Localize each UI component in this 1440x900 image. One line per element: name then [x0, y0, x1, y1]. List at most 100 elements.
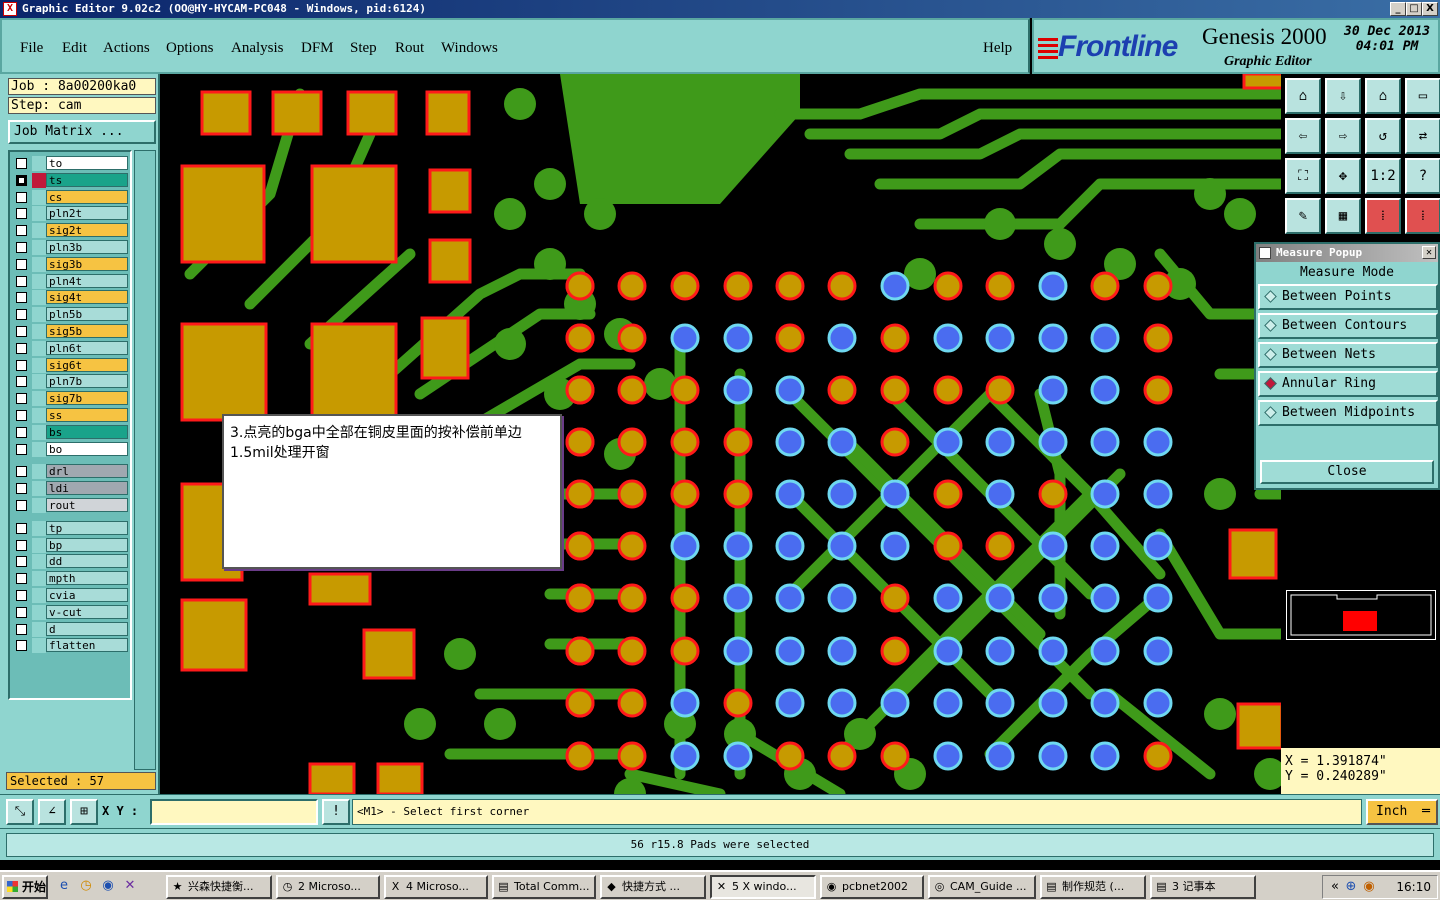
close-window-button[interactable]: X: [1422, 2, 1438, 16]
layer-swatch[interactable]: [32, 374, 46, 390]
layer-swatch[interactable]: [32, 273, 46, 289]
layer-checkbox[interactable]: [16, 174, 27, 186]
layer-name[interactable]: ts: [46, 172, 128, 187]
layer-name[interactable]: sig2t: [46, 223, 128, 238]
layer-swatch[interactable]: [32, 206, 46, 222]
layer-name[interactable]: pln3b: [46, 240, 128, 254]
layer-checkbox[interactable]: [16, 208, 27, 220]
layer-checkbox[interactable]: [16, 410, 27, 421]
layer-name[interactable]: sig3b: [46, 256, 128, 271]
layer-checkbox[interactable]: [16, 158, 27, 169]
layer-row-v-cut[interactable]: v-cut: [12, 604, 130, 620]
layer-row-ss[interactable]: ss: [12, 408, 130, 423]
layer-row-bo[interactable]: bo: [12, 441, 130, 457]
layer-row-drl[interactable]: drl: [12, 464, 130, 480]
layer-swatch[interactable]: [32, 554, 46, 570]
layer-swatch[interactable]: [32, 340, 46, 356]
units-selector[interactable]: Inch ═: [1366, 799, 1438, 825]
layer-swatch[interactable]: [32, 391, 46, 407]
layer-swatch[interactable]: [32, 498, 46, 513]
layer-row-sig4t[interactable]: sig4t: [12, 290, 130, 306]
window-split-icon[interactable]: ▭: [1405, 78, 1440, 114]
overview-map[interactable]: [1286, 590, 1436, 640]
rotate-icon[interactable]: ↺: [1365, 118, 1401, 154]
layer-row-bs[interactable]: bs: [12, 424, 130, 440]
browser-icon[interactable]: ◉: [100, 878, 116, 894]
layer-name[interactable]: pln2t: [46, 206, 128, 221]
layer-swatch[interactable]: [32, 464, 46, 480]
layer-checkbox[interactable]: [16, 640, 27, 652]
layer-checkbox[interactable]: [16, 606, 27, 618]
taskbar-task-button[interactable]: ◎ CAM_Guide ...: [928, 875, 1036, 899]
layer-row-rout[interactable]: rout: [12, 498, 130, 513]
menu-help[interactable]: Help: [983, 40, 1012, 57]
ie-icon[interactable]: e: [56, 878, 72, 894]
snap-icon[interactable]: ⁞: [1365, 198, 1401, 234]
taskbar-task-button[interactable]: ▤ 制作规范 (...: [1040, 875, 1146, 899]
menu-file[interactable]: File: [20, 40, 43, 57]
layer-name[interactable]: ldi: [46, 481, 128, 496]
layer-row-sig2t[interactable]: sig2t: [12, 223, 130, 239]
layer-row-sig3b[interactable]: sig3b: [12, 256, 130, 272]
taskbar-task-button[interactable]: ◉ pcbnet2002: [820, 875, 924, 899]
layer-row-sig7b[interactable]: sig7b: [12, 391, 130, 407]
xy-input[interactable]: [150, 799, 318, 825]
layer-row-pln4t[interactable]: pln4t: [12, 273, 130, 289]
layer-checkbox[interactable]: [16, 376, 27, 388]
xwindows-icon[interactable]: ✕: [122, 878, 138, 894]
exclamation-button[interactable]: !: [322, 799, 350, 825]
layer-row-cvia[interactable]: cvia: [12, 588, 130, 603]
layer-row-pln5b[interactable]: pln5b: [12, 307, 130, 323]
layer-name[interactable]: tp: [46, 520, 128, 535]
layer-name[interactable]: drl: [46, 464, 128, 479]
layer-checkbox[interactable]: [16, 426, 27, 438]
pan-right-icon[interactable]: ⇨: [1325, 118, 1361, 154]
layer-swatch[interactable]: [32, 189, 46, 205]
taskbar-task-button[interactable]: X 4 Microso...: [384, 875, 488, 899]
minimize-button[interactable]: _: [1390, 2, 1406, 16]
layer-row-sig6t[interactable]: sig6t: [12, 357, 130, 373]
taskbar-task-button[interactable]: ✕ 5 X windo...: [710, 875, 816, 899]
layer-checkbox[interactable]: [16, 623, 27, 635]
layer-checkbox[interactable]: [16, 522, 27, 534]
layer-name[interactable]: sig7b: [46, 391, 128, 406]
layer-name[interactable]: rout: [46, 498, 128, 512]
menu-windows[interactable]: Windows: [441, 40, 498, 57]
clock-app-icon[interactable]: ◷: [78, 878, 94, 894]
angle-mode-icon[interactable]: ∠: [38, 799, 66, 825]
layer-row-bp[interactable]: bp: [12, 537, 130, 553]
layer-row-ldi[interactable]: ldi: [12, 481, 130, 497]
layer-list-scrollbar[interactable]: [134, 150, 156, 770]
layer-checkbox[interactable]: [16, 500, 27, 511]
layer-name[interactable]: bp: [46, 537, 128, 552]
layer-name[interactable]: v-cut: [46, 604, 128, 619]
layer-checkbox[interactable]: [16, 225, 27, 237]
home-view-icon[interactable]: ⌂: [1365, 78, 1401, 114]
layer-swatch[interactable]: [32, 307, 46, 323]
start-button[interactable]: 开始: [2, 875, 48, 899]
mirror-icon[interactable]: ⇄: [1405, 118, 1440, 154]
layer-name[interactable]: cs: [46, 189, 128, 204]
layer-checkbox[interactable]: [16, 191, 27, 203]
layer-swatch[interactable]: [32, 240, 46, 255]
layer-swatch[interactable]: [32, 621, 46, 637]
layer-name[interactable]: pln5b: [46, 307, 128, 322]
layer-row-cs[interactable]: cs: [12, 189, 130, 205]
zoom-home-icon[interactable]: ⌂: [1285, 78, 1321, 114]
taskbar-task-button[interactable]: ▤ Total Comm...: [492, 875, 596, 899]
layer-name[interactable]: d: [46, 621, 128, 636]
snap-mode-icon[interactable]: ⤡: [6, 799, 34, 825]
pan-down-icon[interactable]: ⇩: [1325, 78, 1361, 114]
window-titlebar[interactable]: X Graphic Editor 9.02c2 (OO@HY-HYCAM-PC0…: [0, 0, 1440, 18]
zoom-ratio-button[interactable]: 1:2: [1365, 158, 1401, 194]
zoom-fit-icon[interactable]: ⛶: [1285, 158, 1321, 194]
layer-swatch[interactable]: [32, 156, 46, 171]
measure-close-button[interactable]: Close: [1260, 460, 1434, 484]
layer-checkbox[interactable]: [16, 393, 27, 405]
maximize-button[interactable]: □: [1406, 2, 1422, 16]
layer-swatch[interactable]: [32, 290, 46, 306]
measure-tool-icon[interactable]: ✎: [1285, 198, 1321, 234]
layer-name[interactable]: pln6t: [46, 340, 128, 355]
pan-left-icon[interactable]: ⇦: [1285, 118, 1321, 154]
layer-row-d[interactable]: d: [12, 621, 130, 637]
